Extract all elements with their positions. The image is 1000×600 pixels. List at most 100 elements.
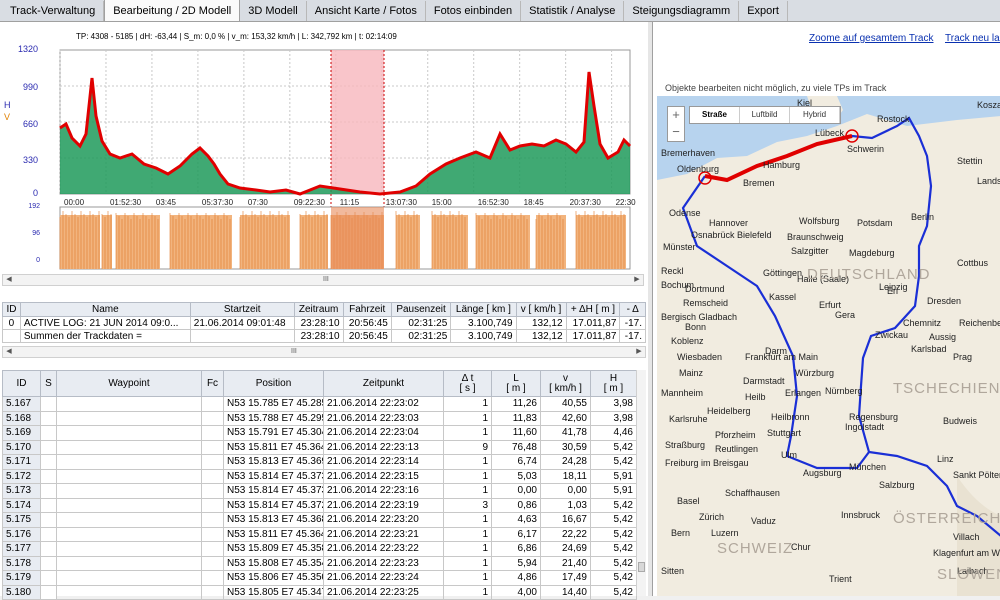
scroll-left-arrow-icon[interactable]: ◀ <box>3 347 15 357</box>
point-cell[interactable] <box>40 584 57 600</box>
tab-6[interactable]: Steigungsdiagramm <box>624 1 740 21</box>
point-cell[interactable] <box>40 454 57 470</box>
point-column-header[interactable]: Zeitpunkt <box>323 370 444 397</box>
table-row[interactable]: 5.179 N53 15.806 E7 45.350 21.06.2014 22:2… <box>2 570 637 586</box>
point-cell[interactable] <box>40 570 57 586</box>
summary-cell: 23:28:10 <box>293 329 344 343</box>
summary-column-header[interactable]: Zeitraum <box>293 302 344 317</box>
point-cell: N53 15.814 E7 45.373 <box>223 483 324 499</box>
point-column-header[interactable]: Position <box>223 370 324 397</box>
tab-7[interactable]: Export <box>739 1 788 21</box>
map-type-1[interactable]: Luftbild <box>740 107 790 123</box>
x-tick-label: 07:30 <box>248 198 269 207</box>
map-city-label: Magdeburg <box>849 248 895 258</box>
height-speed-chart[interactable]: 00:00 01:52:30 03:45 05:37:30 07:30 09:22:30 1… <box>0 46 640 278</box>
summary-cell: 17.011,87 <box>565 316 621 330</box>
point-column-header[interactable]: Waypoint <box>56 370 202 397</box>
point-cell: 5.175 <box>2 512 41 528</box>
point-cell: N53 15.813 E7 45.368 <box>223 512 324 528</box>
table-row[interactable]: 5.178 N53 15.808 E7 45.354 21.06.2014 22:2… <box>2 555 637 571</box>
tab-3[interactable]: Ansicht Karte / Fotos <box>307 1 426 21</box>
trackpoint-vertical-scrollbar[interactable] <box>636 370 646 596</box>
point-cell <box>56 570 202 586</box>
point-column-header[interactable]: S <box>40 370 57 397</box>
point-cell: 18,11 <box>540 468 591 484</box>
zoom-whole-track-link[interactable]: Zoome auf gesamtem Track <box>809 33 934 44</box>
table-row[interactable]: 5.174 N53 15.814 E7 45.372 21.06.2014 22:2… <box>2 497 637 513</box>
x-tick-label: 16:52:30 <box>478 198 510 207</box>
point-column-header[interactable]: L[ m ] <box>491 370 541 397</box>
table-row[interactable]: 5.176 N53 15.811 E7 45.364 21.06.2014 22:2… <box>2 526 637 542</box>
scroll-left-arrow-icon[interactable]: ◀ <box>3 275 15 285</box>
selection-band[interactable] <box>331 50 384 194</box>
point-column-header[interactable]: v[ km/h ] <box>540 370 591 397</box>
summary-cell: -17. <box>619 316 646 330</box>
scroll-right-arrow-icon[interactable]: ▶ <box>631 275 643 285</box>
speed-selection-band[interactable] <box>331 207 384 269</box>
point-cell: 5.179 <box>2 570 41 586</box>
summary-column-header[interactable]: v [ km/h ] <box>515 302 567 317</box>
point-cell[interactable] <box>40 468 57 484</box>
point-column-header[interactable]: H[ m ] <box>590 370 637 397</box>
scroll-right-arrow-icon[interactable]: ▶ <box>633 347 645 357</box>
point-column-header[interactable]: Δ t[ s ] <box>443 370 492 397</box>
zoom-in-icon[interactable]: + <box>668 107 684 124</box>
point-cell <box>201 483 224 499</box>
summary-column-header[interactable]: Länge [ km ] <box>450 302 517 317</box>
point-cell[interactable] <box>40 512 57 528</box>
point-cell: 21,40 <box>540 555 591 571</box>
point-cell: 5.170 <box>2 439 41 455</box>
table-row[interactable]: 5.175 N53 15.813 E7 45.368 21.06.2014 22:2… <box>2 512 637 528</box>
table-row[interactable]: 5.168 N53 15.788 E7 45.295 21.06.2014 22:2… <box>2 410 637 426</box>
table-row[interactable]: 5.180 N53 15.805 E7 45.347 21.06.2014 22:2… <box>2 584 637 600</box>
point-cell: 41,78 <box>540 425 591 441</box>
point-cell[interactable] <box>40 396 57 412</box>
tab-5[interactable]: Statistik / Analyse <box>521 1 625 21</box>
point-cell[interactable] <box>40 410 57 426</box>
point-cell[interactable] <box>40 425 57 441</box>
table-row[interactable]: 5.177 N53 15.809 E7 45.358 21.06.2014 22:2… <box>2 541 637 557</box>
point-cell[interactable] <box>40 526 57 542</box>
table-row[interactable]: 5.169 N53 15.791 E7 45.304 21.06.2014 22:2… <box>2 425 637 441</box>
summary-column-header[interactable]: ID <box>2 302 21 317</box>
summary-row[interactable]: Summen der Trackdaten = 23:28:10 20:56:45 0… <box>2 329 646 343</box>
map-city-label: Zürich <box>699 512 725 522</box>
table-row[interactable]: 5.173 N53 15.814 E7 45.373 21.06.2014 22:2… <box>2 483 637 499</box>
summary-column-header[interactable]: Name <box>19 302 191 317</box>
tab-0[interactable]: Track-Verwaltung <box>2 1 105 21</box>
point-cell <box>201 396 224 412</box>
point-cell[interactable] <box>40 439 57 455</box>
map-city-label: Klagenfurt am Wörthersee <box>933 548 1000 558</box>
zoom-out-icon[interactable]: − <box>668 124 684 141</box>
point-column-header[interactable]: Fc <box>201 370 224 397</box>
summary-column-header[interactable]: - Δ <box>619 302 646 317</box>
chart-horizontal-scrollbar[interactable]: ◀ III ▶ <box>2 274 644 286</box>
point-cell[interactable] <box>40 541 57 557</box>
scroll-thumb[interactable] <box>638 562 645 572</box>
point-cell[interactable] <box>40 483 57 499</box>
point-column-header[interactable]: ID <box>2 370 41 397</box>
table-row[interactable]: 5.172 N53 15.814 E7 45.373 21.06.2014 22:2… <box>2 468 637 484</box>
scroll-grip[interactable]: III <box>323 275 329 285</box>
table-row[interactable]: 5.167 N53 15.785 E7 45.285 21.06.2014 22:2… <box>2 396 637 412</box>
map-view[interactable]: Kiel Lübeck Rostock Schwerin Bremerhaven Olde… <box>657 96 1000 596</box>
summary-column-header[interactable]: Pausenzeit <box>390 302 452 317</box>
tab-1[interactable]: Bearbeitung / 2D Modell <box>104 0 241 21</box>
map-city-label: Linz <box>937 454 954 464</box>
summary-row[interactable]: 0 ACTIVE LOG: 21 JUN 2014 09:0... 21.06.20… <box>2 316 646 330</box>
tab-4[interactable]: Fotos einbinden <box>426 1 522 21</box>
reload-track-link[interactable]: Track neu lade <box>945 33 1000 44</box>
point-cell[interactable] <box>40 497 57 513</box>
summary-column-header[interactable]: Fahrzeit <box>342 302 392 317</box>
summary-column-header[interactable]: + ΔH [ m ] <box>565 302 621 317</box>
summary-horizontal-scrollbar[interactable]: ◀ III ▶ <box>2 346 646 358</box>
map-type-2[interactable]: Hybrid <box>790 107 840 123</box>
map-type-0[interactable]: Straße <box>690 107 740 123</box>
table-row[interactable]: 5.170 N53 15.811 E7 45.364 21.06.2014 22:2… <box>2 439 637 455</box>
table-row[interactable]: 5.171 N53 15.813 E7 45.369 21.06.2014 22:2… <box>2 454 637 470</box>
point-cell[interactable] <box>40 555 57 571</box>
summary-column-header[interactable]: Startzeit <box>189 302 295 317</box>
map-city-label: Lübeck <box>815 128 845 138</box>
tab-2[interactable]: 3D Modell <box>240 1 307 21</box>
scroll-grip[interactable]: III <box>291 347 297 357</box>
